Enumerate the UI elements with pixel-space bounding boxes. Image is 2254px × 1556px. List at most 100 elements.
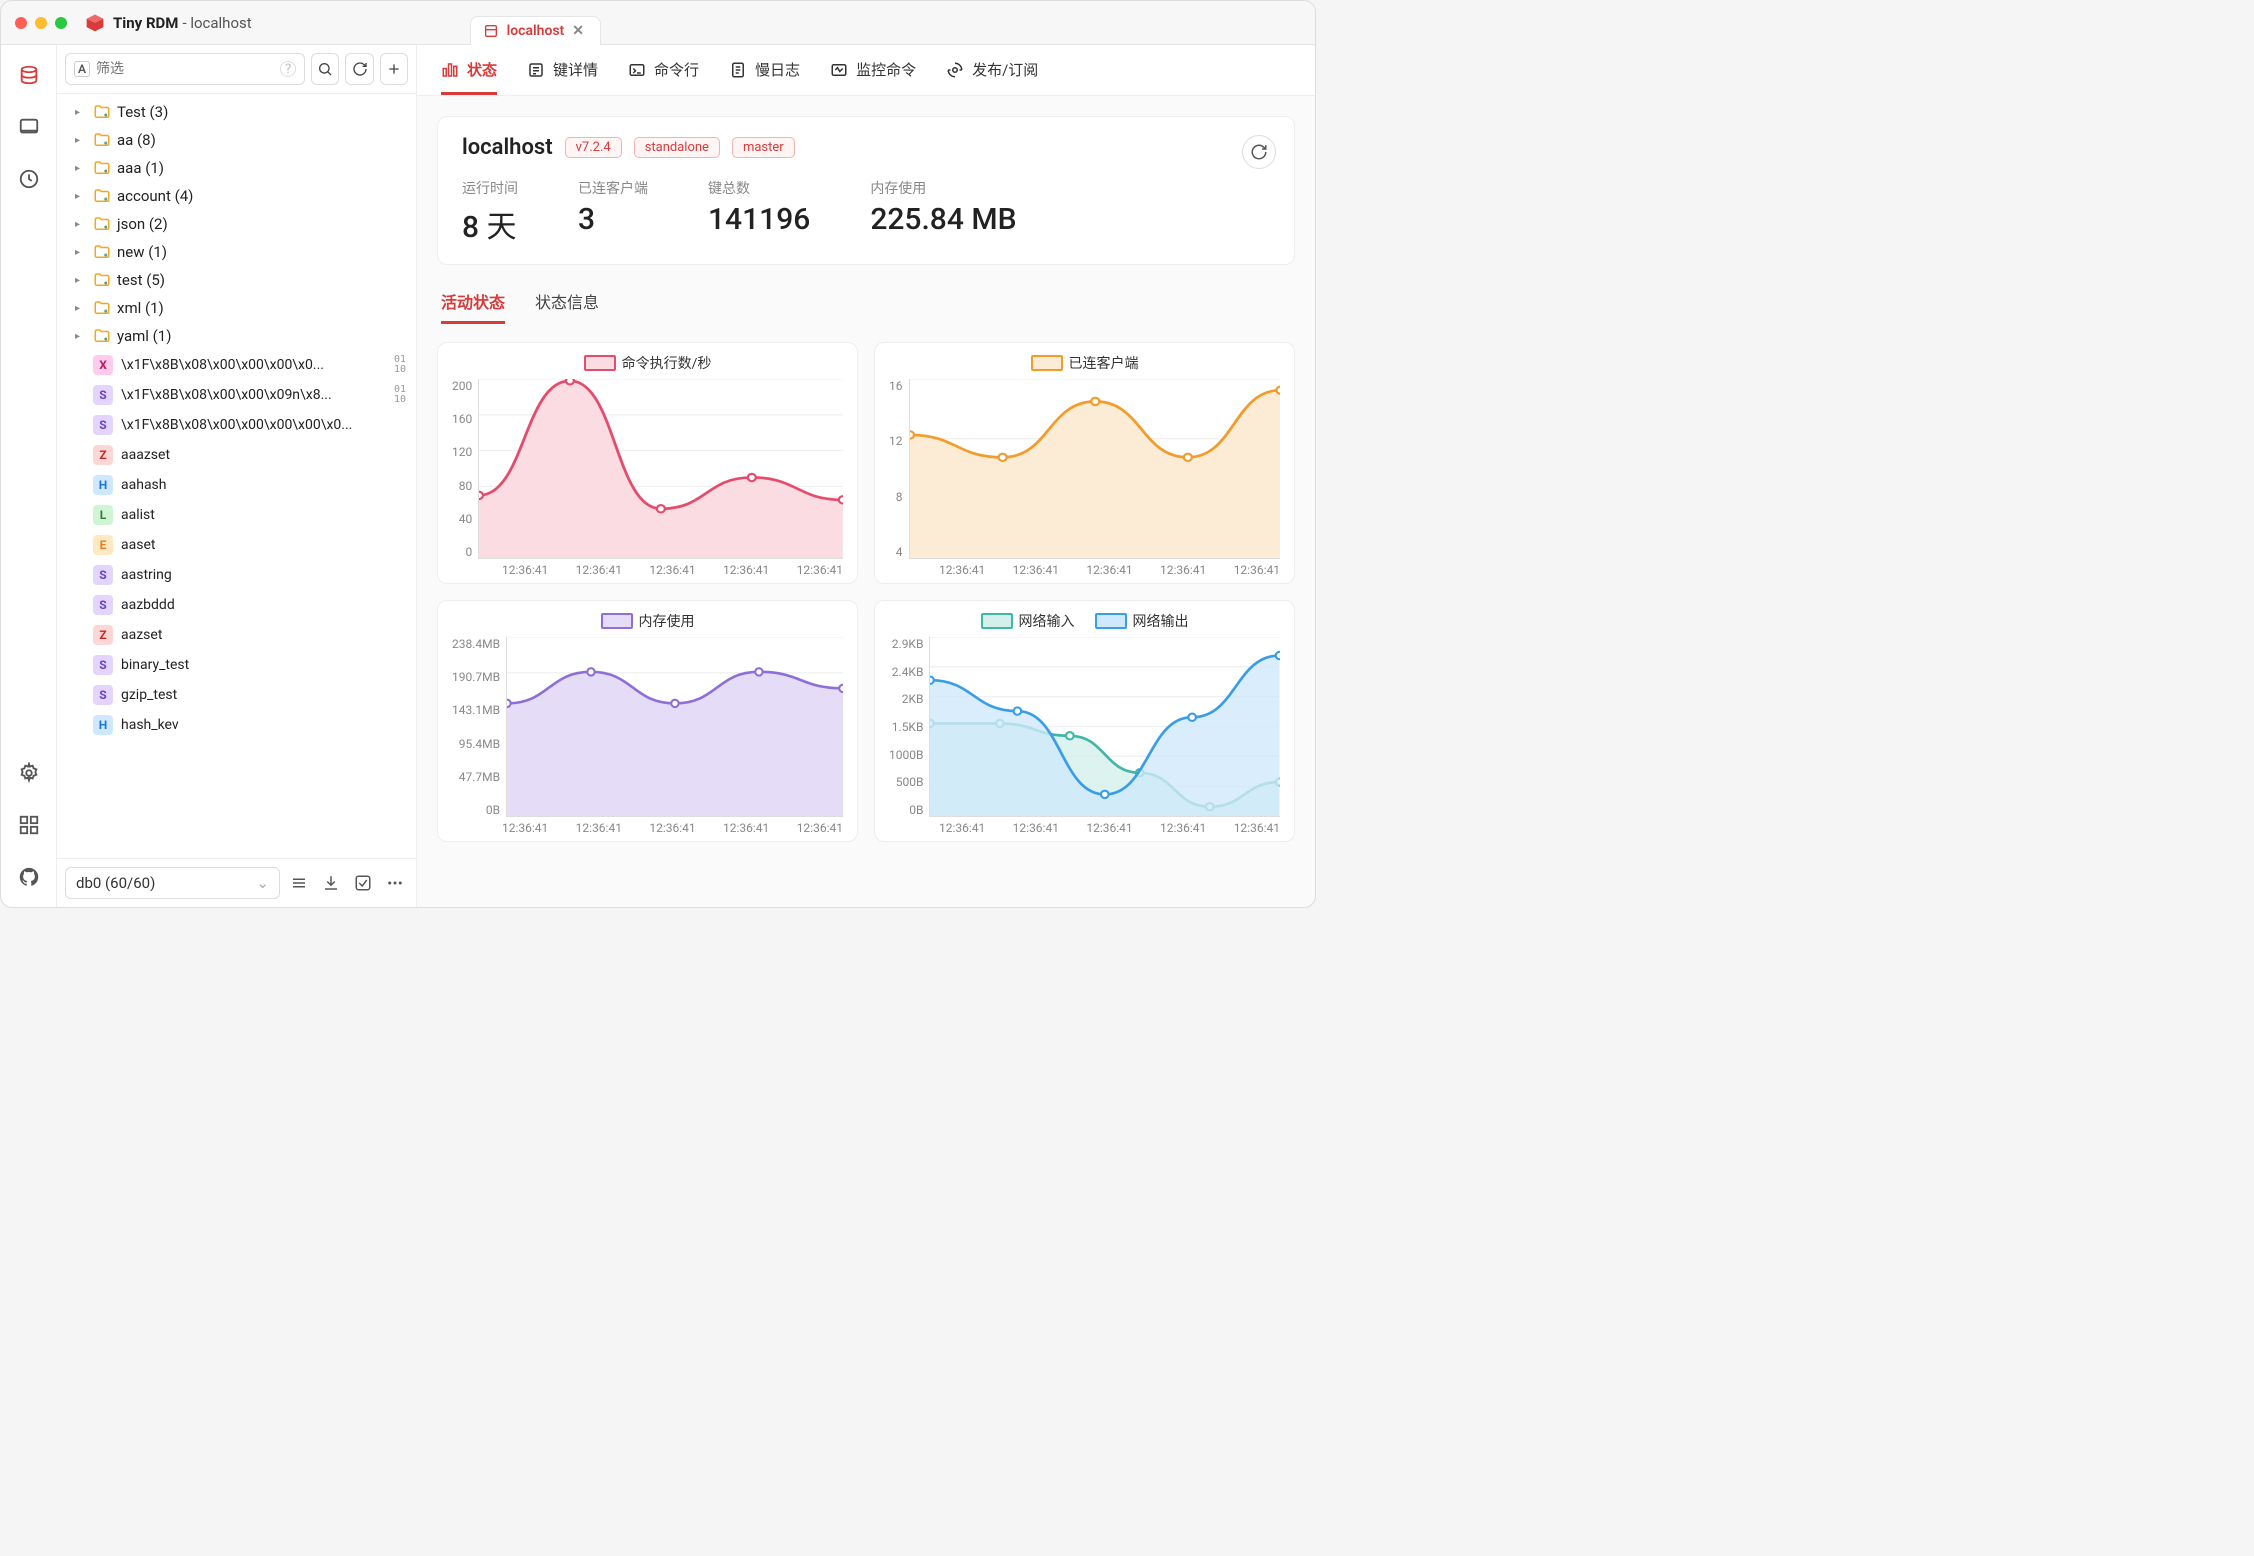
window-minimize[interactable]	[35, 17, 47, 29]
db-selector-label: db0 (60/60)	[76, 874, 155, 892]
key-label: \x1F\x8B\x08\x00\x00\x00\x00\x0...	[121, 417, 406, 433]
chart-legend: 已连客户端	[889, 353, 1280, 373]
tree-folder[interactable]: ▸ xml (1)	[57, 294, 416, 322]
activity-github-icon[interactable]	[15, 863, 43, 891]
window-maximize[interactable]	[55, 17, 67, 29]
main-tab[interactable]: 命令行	[628, 59, 699, 95]
key-label: hash_kev	[121, 717, 406, 733]
tree-folder[interactable]: ▸ test (5)	[57, 266, 416, 294]
folder-label: test (5)	[117, 271, 165, 289]
db-selector[interactable]: db0 (60/60) ⌄	[65, 867, 280, 899]
tab-icon	[946, 61, 964, 79]
folder-label: aaa (1)	[117, 159, 164, 177]
type-badge: S	[93, 655, 113, 675]
tree-key[interactable]: H aahash	[57, 470, 416, 500]
refresh-info-button[interactable]	[1242, 135, 1276, 169]
tree-folder[interactable]: ▸ account (4)	[57, 182, 416, 210]
connection-tab[interactable]: localhost ✕	[470, 16, 601, 45]
type-badge: S	[93, 415, 113, 435]
type-badge: X	[93, 355, 113, 375]
activity-settings-icon[interactable]	[15, 759, 43, 787]
x-axis: 12:36:4112:36:4112:36:4112:36:4112:36:41	[452, 559, 843, 577]
filter-input-box[interactable]: A ?	[65, 53, 305, 85]
key-label: binary_test	[121, 657, 406, 673]
x-axis: 12:36:4112:36:4112:36:4112:36:4112:36:41	[889, 817, 1280, 835]
tree-key[interactable]: S \x1F\x8B\x08\x00\x00\x09n\x8...0110	[57, 380, 416, 410]
tree-key[interactable]: S aastring	[57, 560, 416, 590]
tree-key[interactable]: X \x1F\x8B\x08\x00\x00\x00\x0...0110	[57, 350, 416, 380]
activity-monitor-icon[interactable]	[15, 113, 43, 141]
folder-icon	[93, 327, 111, 345]
tree-folder[interactable]: ▸ aaa (1)	[57, 154, 416, 182]
main-tab[interactable]: 键详情	[527, 59, 598, 95]
type-badge: Z	[93, 625, 113, 645]
main-tab-label: 发布/订阅	[972, 59, 1038, 80]
chart-legend: 内存使用	[452, 611, 843, 631]
stat-value: 141196	[708, 202, 810, 237]
chart-box: 网络输入网络输出 2.9KB2.4KB2KB1.5KB1000B500B0B 1…	[874, 600, 1295, 842]
legend-item: 内存使用	[601, 611, 695, 631]
window-close[interactable]	[15, 17, 27, 29]
refresh-button[interactable]	[345, 53, 373, 85]
tree-folder[interactable]: ▸ new (1)	[57, 238, 416, 266]
tree-folder[interactable]: ▸ yaml (1)	[57, 322, 416, 350]
tag-mode: standalone	[634, 137, 720, 158]
tree-key[interactable]: S aazbddd	[57, 590, 416, 620]
stat-value: 8 天	[462, 202, 518, 246]
tab-icon	[628, 61, 646, 79]
chart-plot	[506, 637, 843, 817]
main-tab[interactable]: 慢日志	[729, 59, 800, 95]
close-icon[interactable]: ✕	[572, 23, 584, 39]
folder-label: xml (1)	[117, 299, 164, 317]
tree-key[interactable]: Z aaazset	[57, 440, 416, 470]
list-view-icon[interactable]	[286, 870, 312, 896]
help-icon[interactable]: ?	[280, 61, 296, 77]
filter-mode-badge[interactable]: A	[74, 61, 90, 77]
key-label: aazset	[121, 627, 406, 643]
search-button[interactable]	[311, 53, 339, 85]
tree-folder[interactable]: ▸ json (2)	[57, 210, 416, 238]
chevron-right-icon: ▸	[75, 247, 87, 258]
tree-key[interactable]: H hash_kev	[57, 710, 416, 740]
import-icon[interactable]	[318, 870, 344, 896]
activity-database-icon[interactable]	[15, 61, 43, 89]
main-tab-label: 状态	[467, 59, 497, 80]
tree-key[interactable]: E aaset	[57, 530, 416, 560]
chart-box: 内存使用 238.4MB190.7MB143.1MB95.4MB47.7MB0B…	[437, 600, 858, 842]
folder-icon	[93, 131, 111, 149]
key-label: \x1F\x8B\x08\x00\x00\x00\x0...	[121, 357, 386, 373]
chevron-right-icon: ▸	[75, 163, 87, 174]
x-axis: 12:36:4112:36:4112:36:4112:36:4112:36:41	[452, 817, 843, 835]
refresh-icon	[1250, 143, 1268, 161]
add-button[interactable]	[380, 53, 408, 85]
folder-icon	[93, 243, 111, 261]
tree-key[interactable]: L aalist	[57, 500, 416, 530]
tree-key[interactable]: S \x1F\x8B\x08\x00\x00\x00\x00\x0...	[57, 410, 416, 440]
app-icon	[85, 13, 105, 33]
more-icon[interactable]	[382, 870, 408, 896]
type-badge: H	[93, 475, 113, 495]
activity-apps-icon[interactable]	[15, 811, 43, 839]
activity-history-icon[interactable]	[15, 165, 43, 193]
stat-label: 键总数	[708, 178, 810, 198]
tree-key[interactable]: Z aazset	[57, 620, 416, 650]
filter-input[interactable]	[96, 61, 274, 77]
tree-key[interactable]: S gzip_test	[57, 680, 416, 710]
sub-tab[interactable]: 状态信息	[535, 289, 599, 324]
main-tab[interactable]: 监控命令	[830, 59, 916, 95]
stat-value: 3	[578, 202, 648, 237]
type-badge: E	[93, 535, 113, 555]
main-tab[interactable]: 状态	[441, 59, 497, 95]
tree-folder[interactable]: ▸ Test (3)	[57, 98, 416, 126]
legend-item: 命令执行数/秒	[584, 353, 712, 373]
chevron-right-icon: ▸	[75, 275, 87, 286]
database-icon	[483, 23, 499, 39]
search-icon	[317, 61, 333, 77]
chevron-right-icon: ▸	[75, 331, 87, 342]
folder-icon	[93, 103, 111, 121]
main-tab[interactable]: 发布/订阅	[946, 59, 1038, 95]
sub-tab[interactable]: 活动状态	[441, 289, 505, 324]
check-icon[interactable]	[350, 870, 376, 896]
tree-key[interactable]: S binary_test	[57, 650, 416, 680]
tree-folder[interactable]: ▸ aa (8)	[57, 126, 416, 154]
